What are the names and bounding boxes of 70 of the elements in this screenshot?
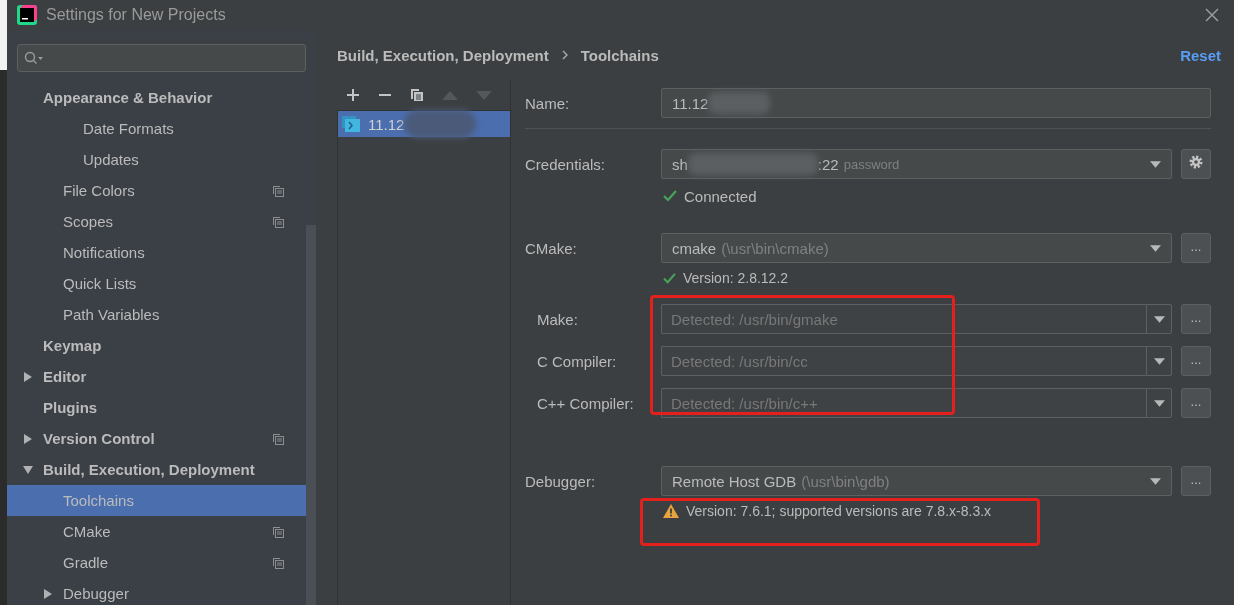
add-icon[interactable] — [346, 88, 360, 102]
dropdown-button[interactable] — [1146, 388, 1172, 418]
field-label: Name: — [525, 94, 571, 112]
browse-button[interactable]: ... — [1181, 466, 1211, 496]
breadcrumb-item[interactable]: Build, Execution, Deployment — [337, 46, 549, 64]
tree-item[interactable]: Notifications — [7, 237, 306, 268]
field-label: Credentials: — [525, 155, 607, 173]
credentials-dropdown[interactable]: sh :22 password — [661, 149, 1172, 179]
dropdown-arrow-icon — [1150, 161, 1161, 168]
tree-item[interactable]: Path Variables — [7, 299, 306, 330]
browse-button[interactable]: ... — [1181, 233, 1211, 263]
search-icon — [24, 51, 44, 65]
status-text: Version: 2.8.12.2 — [663, 266, 1211, 290]
expand-arrow-icon[interactable] — [23, 433, 33, 444]
check-icon — [663, 190, 677, 202]
tree-item[interactable]: Editor — [7, 361, 306, 392]
tree-item[interactable]: Keymap — [7, 330, 306, 361]
debugger-dropdown[interactable]: Remote Host GDB (\usr\bin\gdb) — [661, 466, 1172, 496]
dropdown-arrow-icon — [1153, 357, 1165, 365]
path-field[interactable]: Detected: /usr/bin/c++ — [661, 388, 1146, 418]
remote-host-icon — [342, 116, 360, 132]
field-label: Make: — [536, 310, 579, 328]
tree-item[interactable]: Quick Lists — [7, 268, 306, 299]
status-text: Connected — [663, 181, 1211, 211]
chevron-icon — [560, 50, 569, 60]
tree-item[interactable]: Debugger — [7, 578, 306, 605]
reset-link[interactable]: Reset — [1180, 46, 1221, 64]
warning-icon — [663, 504, 679, 518]
tree-item[interactable]: Date Formats — [7, 113, 306, 144]
close-icon[interactable] — [1205, 8, 1219, 22]
field-label: C Compiler: — [536, 352, 618, 370]
tree-item[interactable]: Version Control — [7, 423, 306, 454]
app-logo-icon — [17, 5, 37, 25]
field-label: C++ Compiler: — [536, 394, 635, 412]
settings-icon — [1188, 154, 1204, 170]
expand-arrow-icon[interactable] — [23, 371, 33, 382]
tree-item[interactable]: Plugins — [7, 392, 306, 423]
tree-item[interactable]: Build, Execution, Deployment — [7, 454, 306, 485]
copy-icon[interactable] — [410, 88, 424, 102]
scrollbar[interactable] — [306, 225, 316, 605]
tree-item[interactable]: Scopes — [7, 206, 306, 237]
settings-button[interactable] — [1181, 149, 1211, 179]
dropdown-arrow-icon — [1150, 478, 1161, 485]
expand-arrow-icon[interactable] — [43, 588, 53, 599]
dropdown-arrow-icon — [1153, 399, 1165, 407]
dropdown-button[interactable] — [1146, 346, 1172, 376]
expand-arrow-icon[interactable] — [23, 464, 33, 475]
tree-item[interactable]: CMake — [7, 516, 306, 547]
search-field[interactable] — [17, 44, 306, 72]
path-field[interactable]: Detected: /usr/bin/gmake — [661, 304, 1146, 334]
dropdown-button[interactable] — [1146, 304, 1172, 334]
breadcrumb-item[interactable]: Toolchains — [580, 46, 659, 64]
tree-item[interactable]: File Colors — [7, 175, 306, 206]
field-label: Debugger: — [525, 472, 597, 490]
tree-item[interactable]: Gradle — [7, 547, 306, 578]
redaction-blur — [708, 92, 771, 114]
name-field[interactable]: 11.12 — [661, 88, 1211, 118]
window-title: Settings for New Projects — [46, 6, 226, 24]
toolchain-item[interactable]: 11.12 — [338, 111, 510, 137]
browse-button[interactable]: ... — [1181, 346, 1211, 376]
path-field[interactable]: Detected: /usr/bin/cc — [661, 346, 1146, 376]
cmake-dropdown[interactable]: cmake (\usr\bin\cmake) — [661, 233, 1172, 263]
field-label: CMake: — [525, 239, 578, 257]
dropdown-arrow-icon — [1150, 245, 1161, 252]
dropdown-arrow-icon — [1153, 315, 1165, 323]
browse-button[interactable]: ... — [1181, 388, 1211, 418]
check-icon — [663, 272, 676, 284]
browse-button[interactable]: ... — [1181, 304, 1211, 334]
tree-item[interactable]: Appearance & Behavior — [7, 82, 306, 113]
tree-item[interactable]: Updates — [7, 144, 306, 175]
